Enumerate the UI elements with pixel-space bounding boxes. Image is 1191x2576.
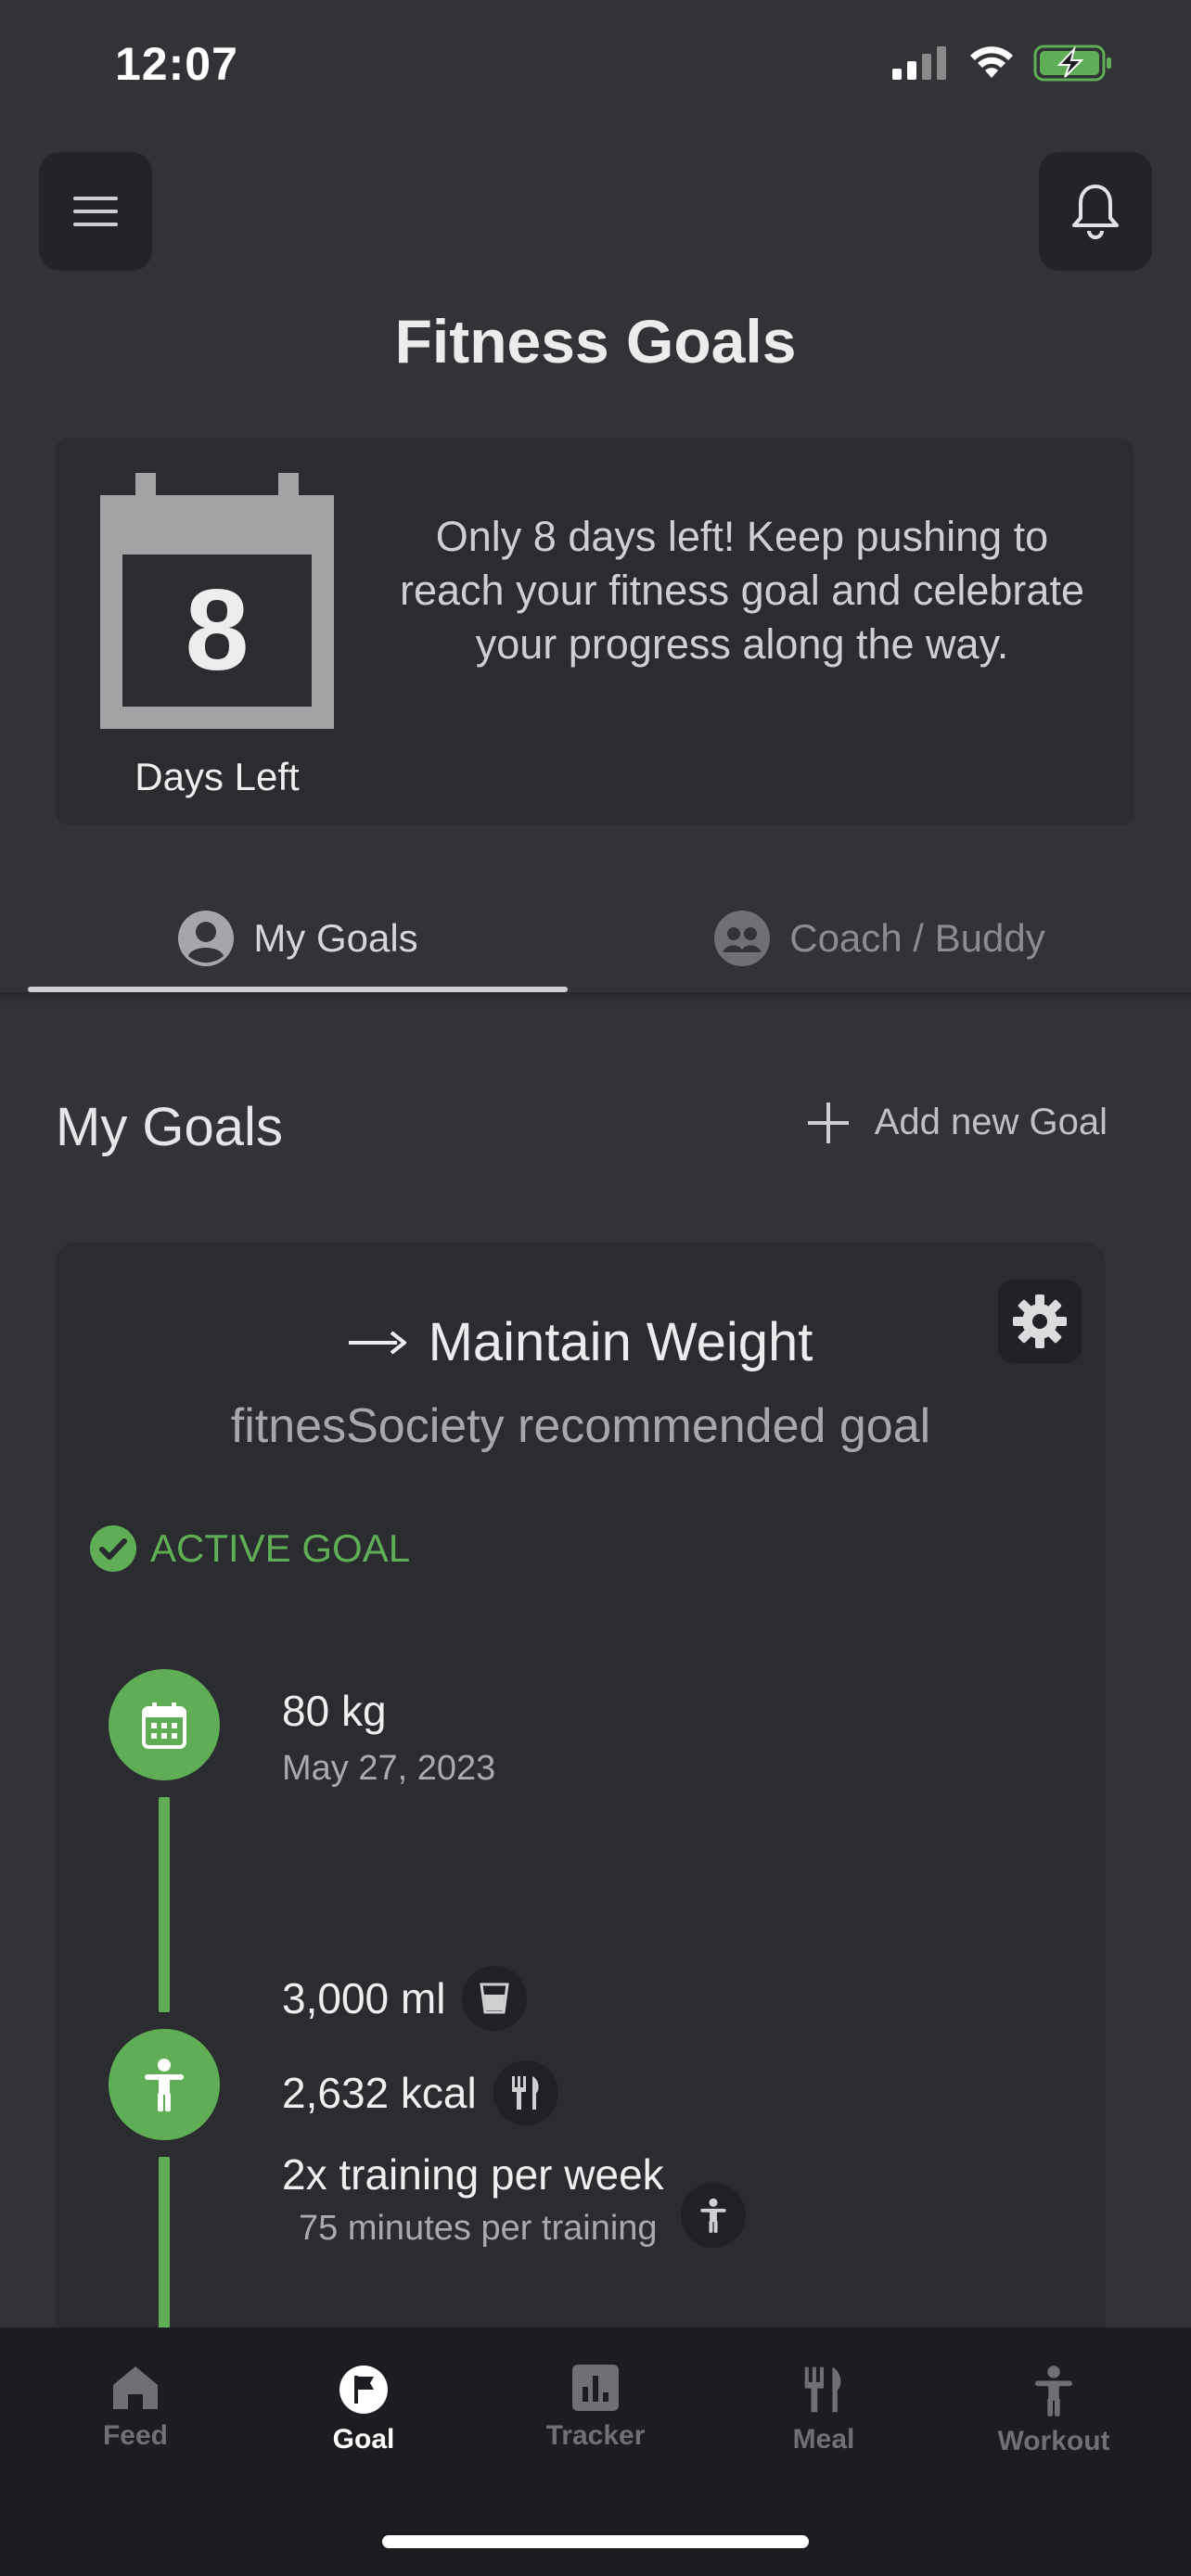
tab-coach-buddy[interactable]: Coach / Buddy: [596, 890, 1163, 987]
nav-feed-label: Feed: [102, 2420, 169, 2451]
calendar-countdown: 8: [100, 473, 334, 729]
person-icon: [699, 2198, 726, 2233]
training-badge: [680, 2182, 746, 2248]
arrow-right-icon: [348, 1330, 406, 1355]
tab-coach-buddy-label: Coach / Buddy: [789, 916, 1045, 960]
goal-title-row: Maintain Weight: [56, 1311, 1106, 1373]
nav-tracker-label: Tracker: [545, 2420, 646, 2451]
flag-icon: [339, 2366, 388, 2414]
utensils-icon: [511, 2076, 539, 2110]
water-badge: [462, 1966, 528, 2031]
menu-button[interactable]: [39, 152, 152, 271]
goal-card: Maintain Weight fitnesSociety recommende…: [56, 1243, 1106, 2355]
countdown-message: Only 8 days left! Keep pushing to reach …: [400, 513, 1084, 668]
add-new-goal-button[interactable]: Add new Goal: [807, 1102, 1108, 1143]
battery-charging-icon: [1033, 45, 1111, 82]
home-icon: [113, 2366, 158, 2409]
person-icon: [1034, 2366, 1073, 2417]
training-duration: 75 minutes per training: [299, 2209, 658, 2248]
tab-my-goals[interactable]: My Goals: [28, 890, 568, 987]
timeline-line-lower: [159, 2157, 170, 2342]
target-date: May 27, 2023: [282, 1749, 496, 1788]
timeline-date-node: [109, 1669, 220, 1780]
nav-tracker[interactable]: Tracker: [484, 2365, 707, 2452]
goal-subtitle: fitnesSociety recommended goal: [230, 1399, 931, 1453]
calorie-target: 2,632 kcal: [282, 2060, 558, 2125]
nav-meal-label: Meal: [792, 2424, 855, 2455]
training-target-value: 2x training per week: [282, 2150, 664, 2199]
add-new-goal-label: Add new Goal: [874, 1102, 1108, 1142]
nav-meal[interactable]: Meal: [712, 2365, 935, 2455]
tab-my-goals-label: My Goals: [253, 916, 418, 960]
notifications-button[interactable]: [1039, 152, 1152, 271]
section-title: My Goals: [56, 1097, 283, 1157]
page-title: Fitness Goals: [394, 307, 797, 376]
home-indicator[interactable]: [382, 2535, 809, 2548]
utensils-icon: [804, 2366, 841, 2413]
nav-goal-label: Goal: [332, 2424, 395, 2455]
nav-workout[interactable]: Workout: [942, 2365, 1165, 2457]
training-target: 2x training per week 75 minutes per trai…: [282, 2149, 746, 2249]
nav-goal[interactable]: Goal: [252, 2365, 475, 2455]
days-left-label: Days Left: [134, 755, 300, 798]
cellular-signal-icon: [892, 46, 946, 80]
calorie-badge: [493, 2060, 558, 2125]
goal-tabs: My Goals Coach / Buddy: [28, 890, 1163, 992]
calendar-icon: [142, 1702, 186, 1749]
check-circle-icon: [90, 1525, 136, 1572]
water-target-value: 3,000 ml: [282, 1974, 446, 2022]
target-weight: 80 kg: [282, 1687, 387, 1735]
glass-icon: [480, 1983, 510, 2014]
plus-icon: [807, 1102, 849, 1143]
timeline-item-weight: 80 kg May 27, 2023: [282, 1686, 495, 1789]
goal-status: ACTIVE GOAL: [89, 1524, 410, 1573]
wifi-icon: [970, 46, 1013, 78]
goal-status-label: ACTIVE GOAL: [150, 1526, 411, 1570]
days-remaining-number: 8: [185, 567, 250, 695]
nav-workout-label: Workout: [997, 2426, 1110, 2456]
calorie-target-value: 2,632 kcal: [282, 2069, 477, 2117]
status-time: 12:07: [115, 38, 238, 90]
bar-chart-icon: [572, 2365, 619, 2411]
countdown-card: 8 Days Left Only 8 days left! Keep pushi…: [56, 438, 1133, 825]
user-circle-icon: [178, 911, 235, 966]
status-icons: [892, 45, 1113, 82]
bell-icon: [1072, 185, 1119, 239]
timeline-activity-node: [109, 2029, 220, 2140]
goal-title: Maintain Weight: [428, 1312, 813, 1372]
person-icon: [145, 2059, 184, 2111]
nav-feed[interactable]: Feed: [24, 2365, 247, 2452]
group-icon: [714, 911, 771, 966]
water-target: 3,000 ml: [282, 1966, 528, 2031]
tabs-divider: [0, 992, 1191, 1003]
hamburger-menu-icon: [73, 197, 118, 226]
timeline-line: [159, 1797, 170, 2012]
